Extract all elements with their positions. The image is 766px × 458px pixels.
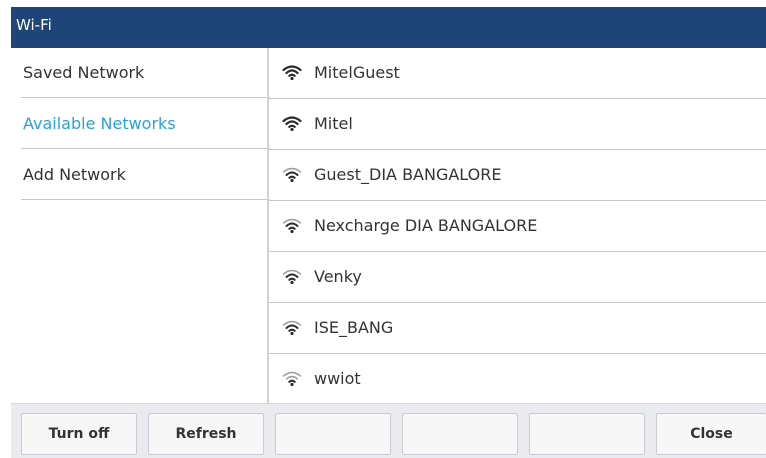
- network-row-ise-bang[interactable]: ISE_BANG: [269, 303, 766, 354]
- network-row-nexcharge-dia-bangalore[interactable]: Nexcharge DIA BANGALORE: [269, 201, 766, 252]
- page-title: Wi-Fi: [16, 16, 52, 34]
- close-button[interactable]: Close: [656, 413, 766, 455]
- softkey-blank-5[interactable]: [529, 413, 645, 455]
- sidebar-item-saved-network[interactable]: Saved Network: [21, 48, 270, 98]
- sidebar-item-available-networks[interactable]: Available Networks: [21, 99, 270, 149]
- network-row-venky[interactable]: Venky: [269, 252, 766, 303]
- network-row-mitelguest[interactable]: MitelGuest: [269, 48, 766, 99]
- network-ssid: Mitel: [314, 114, 353, 133]
- network-row-guest-dia-bangalore[interactable]: Guest_DIA BANGALORE: [269, 150, 766, 201]
- network-ssid: ISE_BANG: [314, 318, 394, 337]
- softkey-bar: Turn off Refresh Close: [11, 403, 766, 458]
- network-ssid: wwiot: [314, 369, 361, 388]
- network-row-mitel[interactable]: Mitel: [269, 99, 766, 150]
- network-ssid: Venky: [314, 267, 362, 286]
- wifi-signal-good-icon: [282, 320, 302, 335]
- network-ssid: MitelGuest: [314, 63, 400, 82]
- turn-off-button[interactable]: Turn off: [21, 413, 137, 455]
- wifi-signal-good-icon: [282, 218, 302, 233]
- network-ssid: Guest_DIA BANGALORE: [314, 165, 502, 184]
- wifi-signal-strong-icon: [282, 65, 302, 80]
- wifi-screen: Wi-Fi Saved Network Available Networks A…: [0, 0, 766, 458]
- title-bar: Wi-Fi: [11, 7, 766, 48]
- network-list: MitelGuest Mitel Guest_DIA BANGALORE Nex…: [269, 48, 766, 403]
- network-row-wwiot[interactable]: wwiot: [269, 354, 766, 403]
- wifi-signal-weak-icon: [282, 371, 302, 386]
- sidebar: Saved Network Available Networks Add Net…: [11, 48, 270, 401]
- softkey-blank-4[interactable]: [402, 413, 518, 455]
- network-ssid: Nexcharge DIA BANGALORE: [314, 216, 538, 235]
- sidebar-item-add-network[interactable]: Add Network: [21, 150, 270, 200]
- wifi-signal-good-icon: [282, 269, 302, 284]
- refresh-button[interactable]: Refresh: [148, 413, 264, 455]
- wifi-signal-good-icon: [282, 167, 302, 182]
- softkey-blank-3[interactable]: [275, 413, 391, 455]
- wifi-signal-strong-icon: [282, 116, 302, 131]
